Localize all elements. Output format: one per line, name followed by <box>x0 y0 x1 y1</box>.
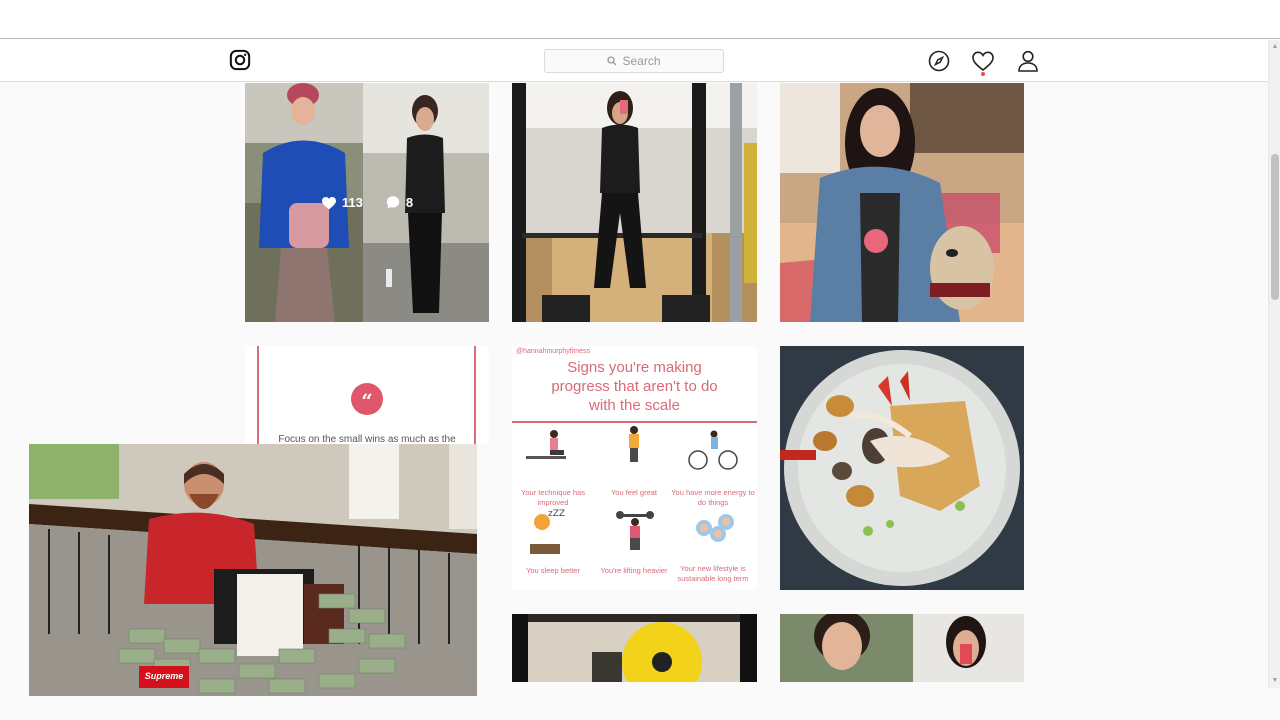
post-hover-stats: 113 8 <box>245 83 489 322</box>
heart-filled-icon <box>321 196 336 209</box>
infographic-caption-lifestyle: Your new lifestyle is sustainable long t… <box>677 564 749 583</box>
post-tile-gym-mirror[interactable] <box>512 83 757 322</box>
post-tile-barbell[interactable] <box>512 614 757 682</box>
quote-border-right <box>474 346 476 444</box>
food-plate-photo <box>780 346 1024 590</box>
webcam-overlay: Supreme <box>29 444 477 696</box>
infographic-caption-energy: You have more energy to do things <box>671 488 755 507</box>
svg-text:zZZ: zZZ <box>548 509 565 519</box>
scroll-down-arrow-icon[interactable]: ▼ <box>1271 677 1279 685</box>
post-tile-transformation[interactable]: 113 8 <box>245 83 489 322</box>
quote-border-left <box>257 346 259 444</box>
scroll-up-arrow-icon[interactable]: ▲ <box>1271 43 1279 51</box>
comments-count: 8 <box>405 195 414 210</box>
infographic-title: Signs you're making progress that aren't… <box>512 358 757 415</box>
browser-top-strip <box>0 0 1280 39</box>
scrollbar-thumb[interactable] <box>1271 154 1279 300</box>
supreme-box-logo: Supreme <box>144 671 184 681</box>
infographic-divider <box>512 421 757 423</box>
quote-text: Focus on the small wins as much as the <box>278 434 456 444</box>
infographic-caption-technique: Your technique has improved <box>521 488 585 507</box>
infographic-title-line1: Signs you're making <box>567 359 702 376</box>
infographic-title-line2: progress that aren't to do <box>551 378 718 395</box>
compass-explore-icon[interactable] <box>927 49 951 73</box>
barbell-photo <box>512 614 757 682</box>
instagram-logo-icon[interactable] <box>229 49 251 71</box>
instagram-header: Search <box>0 40 1268 82</box>
transformation-photo-2 <box>780 614 1024 682</box>
post-tile-dog[interactable] <box>780 83 1024 322</box>
quote-mark-icon: “ <box>351 383 383 415</box>
infographic-handle: @hannahmurphyfitness <box>516 348 591 355</box>
infographic-caption-feel-great: You feel great <box>610 488 657 497</box>
likes-count: 113 <box>341 195 363 210</box>
page-scrollbar[interactable]: ▲ ▼ <box>1268 40 1280 688</box>
search-input[interactable]: Search <box>544 49 724 73</box>
post-tile-quote[interactable]: “ Focus on the small wins as much as the <box>245 346 489 444</box>
activity-notification-dot <box>981 72 985 76</box>
comment-bubble-icon <box>386 196 400 209</box>
post-tile-transformation-2[interactable] <box>780 614 1024 682</box>
profile-icon[interactable] <box>1016 49 1040 73</box>
infographic-caption-sleep: You sleep better <box>526 566 580 575</box>
infographic-title-line3: with the scale <box>589 397 680 414</box>
post-tile-infographic[interactable]: @hannahmurphyfitness Signs you're making… <box>512 346 757 590</box>
webcam-video-frame <box>29 444 477 696</box>
infographic-caption-lifting: You're lifting heavier <box>600 566 668 575</box>
comments-stat: 8 <box>385 195 413 210</box>
likes-stat: 113 <box>321 195 363 210</box>
heart-activity-icon[interactable] <box>971 49 995 73</box>
woman-with-dog-photo <box>780 83 1024 322</box>
search-icon <box>607 56 617 66</box>
post-tile-food-plate[interactable] <box>780 346 1024 590</box>
gym-mirror-photo <box>512 83 757 322</box>
search-placeholder: Search <box>622 54 661 68</box>
